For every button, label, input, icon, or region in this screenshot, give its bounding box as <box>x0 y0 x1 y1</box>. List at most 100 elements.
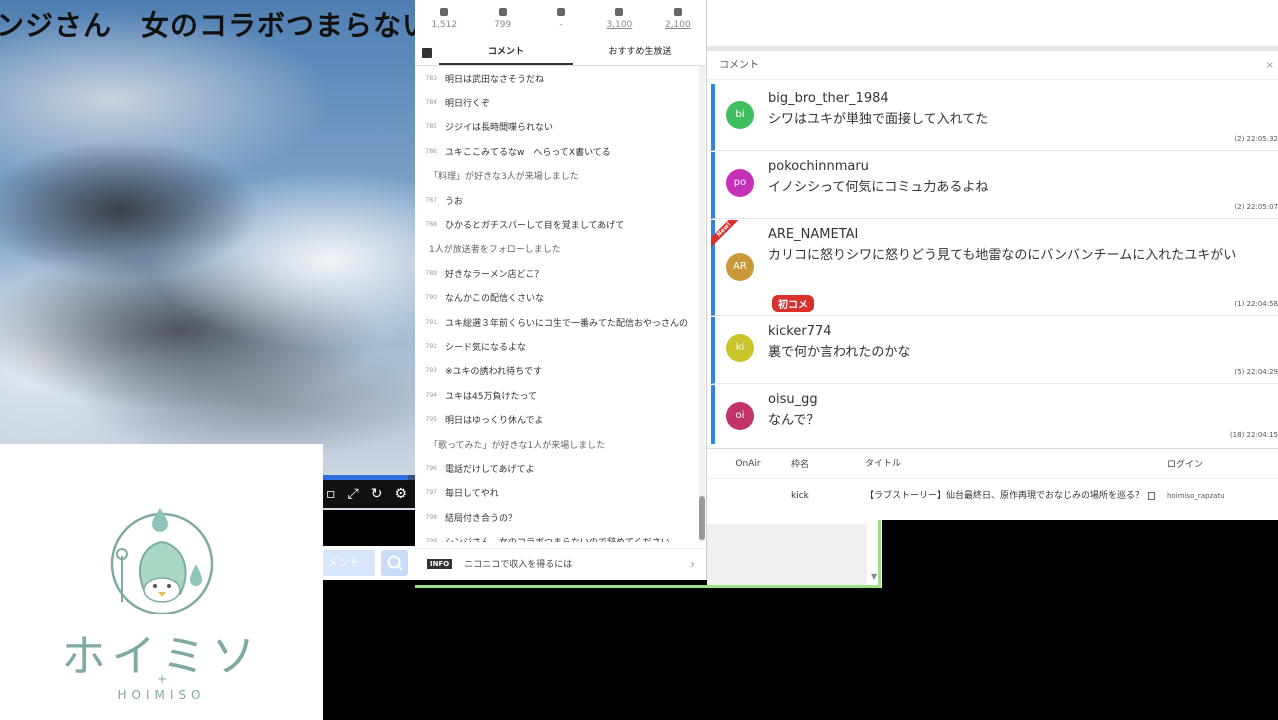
list-item: 785 ジジイは長時間喋られない <box>415 115 699 139</box>
list-item: 794 ユキは45万負けたって <box>415 383 699 407</box>
comment-send-area: メント <box>323 546 415 580</box>
comment-text: シード気になるよな <box>445 342 527 353</box>
scrollbar-thumb[interactable] <box>699 496 705 540</box>
theater-icon[interactable]: ▫ <box>326 486 336 502</box>
stat-item: 1,512 <box>415 0 473 40</box>
send-comment-button[interactable] <box>381 550 408 576</box>
present-icon <box>673 8 682 16</box>
copy-icon[interactable] <box>1148 491 1156 500</box>
info-bar[interactable]: INFO ニコニコで収入を得るには › <box>415 548 707 578</box>
list-item: 789 好きなラーメン店どこ？ <box>415 261 699 285</box>
list-item: 783 明日は武田なさそうだね <box>415 66 699 90</box>
comment-number: 799 <box>425 538 437 542</box>
comments-icon <box>498 8 507 16</box>
tab-recommended[interactable]: おすすめ生放送 <box>573 40 707 65</box>
comment-text: イノシシって何気にコミュ力あるよね <box>768 180 989 195</box>
comment-scrollbar[interactable] <box>699 66 705 542</box>
comment-card[interactable]: bi big_bro_ther_1984 シワはユキが単独で面接して入れてた (2) … <box>711 84 1278 151</box>
stream-table-header: OnAir 枠名 タイトル ログイン <box>707 449 1278 479</box>
comment-number: 785 <box>425 123 437 131</box>
comment-text: ユキ総選３年前くらいにコ生で一番みてた配信おやっさんの <box>445 318 689 329</box>
comment-number: 783 <box>425 74 437 82</box>
comment-number: 786 <box>425 147 437 155</box>
comment-text: ユキここみてるなw へらってX書いてる <box>445 147 611 158</box>
ad-icon <box>557 8 566 16</box>
comment-input[interactable]: メント <box>323 550 375 576</box>
tab-comments[interactable]: コメント <box>439 40 573 65</box>
comment-viewer-panel: コメント × bi big_bro_ther_1984 シワはユキが単独で面接して入… <box>707 0 1278 520</box>
list-item: 787 うお <box>415 188 699 212</box>
list-item: 786 ユキここみてるなw へらってX書いてる <box>415 139 699 163</box>
comment-text: ※ユキの誘われ待ちです <box>445 367 543 378</box>
system-message: 1人が放送者をフォローしました <box>415 237 699 261</box>
chevron-right-icon: › <box>690 556 695 571</box>
comment-number: 793 <box>425 367 437 375</box>
header-title: タイトル <box>865 458 902 469</box>
comment-card[interactable]: AR ARE_NAMETAI カリコに怒りシワに怒りどう見ても地雷なのにバンバンチー… <box>711 220 1278 316</box>
comment-text: 1人が放送者をフォローしました <box>429 245 561 256</box>
video-player[interactable]: ンジさん 女のコラボつまらない ▫ ⤢ ↻ ⚙ <box>0 0 415 510</box>
list-item: 793 ※ユキの誘われ待ちです <box>415 359 699 383</box>
username[interactable]: pokochinnmaru <box>768 159 869 174</box>
top-bar <box>707 0 1278 46</box>
username[interactable]: big_bro_ther_1984 <box>768 91 889 106</box>
avatar[interactable]: bi <box>726 101 754 129</box>
username[interactable]: kicker774 <box>768 324 832 339</box>
avatar[interactable]: AR <box>726 253 754 281</box>
close-icon[interactable]: × <box>1266 52 1274 80</box>
comment-number: 790 <box>425 294 437 302</box>
logo-plus: + <box>157 672 168 686</box>
stat-item: 3,100 <box>590 0 648 40</box>
cell-title-text: 【ラブストーリー】仙台最終日、原作再現でおなじみの場所を巡る？ <box>865 491 1145 501</box>
comment-meta: (2) 22:05:07 <box>1234 203 1278 211</box>
comment-text: 明日行くぞ <box>445 99 491 110</box>
avatar[interactable]: po <box>726 169 754 197</box>
scroll-down-icon[interactable]: ▼ <box>871 572 877 581</box>
settings-icon[interactable]: ⚙ <box>394 486 407 502</box>
username[interactable]: ARE_NAMETAI <box>768 227 858 242</box>
comment-text: 明日は武田なさそうだね <box>445 74 545 85</box>
comment-text: ひかるとガチスパーして目を覚ましてあげて <box>445 221 625 232</box>
panel-menu-icon[interactable] <box>415 40 439 65</box>
username[interactable]: oisu_gg <box>768 392 818 407</box>
stream-table: OnAir 枠名 タイトル ログイン kick 【ラブストーリー】仙台最終日、原… <box>707 448 1278 520</box>
comment-tabs: コメント おすすめ生放送 <box>415 40 707 66</box>
comment-number: 796 <box>425 464 437 472</box>
stat-value: 799 <box>494 20 512 30</box>
comment-text: 毎日してやれ <box>445 489 499 500</box>
reload-icon[interactable]: ↻ <box>371 486 383 502</box>
comment-number: 789 <box>425 269 437 277</box>
video-title: ンジさん 女のコラボつまらない <box>0 9 415 42</box>
list-item: 784 明日行くぞ <box>415 90 699 114</box>
stat-value[interactable]: 2,100 <box>649 20 707 30</box>
lower-panel: ▼ <box>707 520 882 588</box>
info-badge: INFO <box>427 558 453 569</box>
comment-text: 裏で何か言われたのかな <box>768 345 911 360</box>
comment-meta: (5) 22:04:29 <box>1234 368 1278 376</box>
comment-text: 「料理」が好きな3人が来場しました <box>429 172 579 183</box>
comment-card[interactable]: po pokochinnmaru イノシシって何気にコミュ力あるよね (2) 22:0… <box>711 152 1278 219</box>
comment-card[interactable]: oi oisu_gg なんで？ (18) 22:04:15 <box>711 385 1278 444</box>
comment-meta: (2) 22:05:32 <box>1234 135 1278 143</box>
header-name: 枠名 <box>791 460 810 470</box>
header-onair: OnAir <box>735 458 761 469</box>
table-row[interactable]: kick 【ラブストーリー】仙台最終日、原作再現でおなじみの場所を巡る？ hoi… <box>707 479 1278 513</box>
comment-number: 798 <box>425 513 437 521</box>
comment-viewer-title: コメント <box>719 60 759 71</box>
list-item: 798 結局付き合うの？ <box>415 505 699 529</box>
comment-text: シワはユキが単独で面接して入れてた <box>768 112 989 127</box>
comment-text: 結局付き合うの？ <box>445 513 518 524</box>
lower-grey-area <box>707 524 867 586</box>
viewers-icon <box>440 8 449 16</box>
list-item: 795 明日はゆっくり休んでよ <box>415 407 699 431</box>
divider <box>707 46 1278 51</box>
stat-value[interactable]: 3,100 <box>590 20 648 30</box>
system-message: 「歌ってみた」が好きな1人が来場しました <box>415 432 699 456</box>
avatar[interactable]: oi <box>726 402 754 430</box>
comment-text: ユキは45万負けたって <box>445 391 538 402</box>
fullscreen-icon[interactable]: ⤢ <box>348 486 359 502</box>
avatar[interactable]: ki <box>726 334 754 362</box>
comment-number: 797 <box>425 489 437 497</box>
comment-card[interactable]: ki kicker774 裏で何か言われたのかな (5) 22:04:29 <box>711 317 1278 384</box>
window-frame-edge <box>878 520 881 588</box>
